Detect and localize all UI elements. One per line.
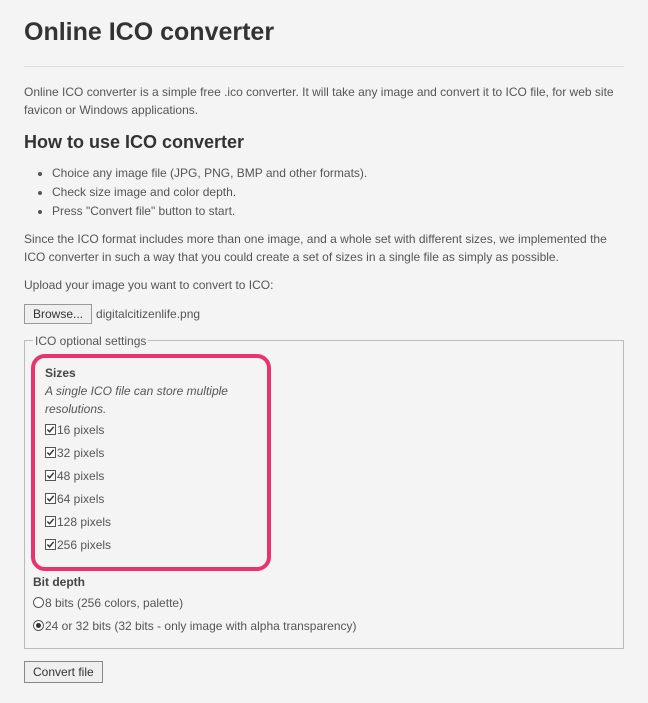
bitdepth-option-32[interactable]: 24 or 32 bits (32 bits - only image with… — [33, 617, 615, 635]
howto-heading: How to use ICO converter — [24, 129, 624, 156]
bitdepth-option-label: 24 or 32 bits (32 bits - only image with… — [45, 617, 357, 635]
size-option-label: 128 pixels — [57, 513, 111, 531]
upload-label: Upload your image you want to convert to… — [24, 276, 624, 294]
settings-legend: ICO optional settings — [33, 332, 148, 350]
size-option-128[interactable]: 128 pixels — [45, 513, 257, 531]
size-option-label: 64 pixels — [57, 490, 104, 508]
selected-filename: digitalcitizenlife.png — [96, 305, 200, 323]
divider — [24, 66, 624, 67]
page-title: Online ICO converter — [24, 14, 624, 52]
intro-text: Online ICO converter is a simple free .i… — [24, 83, 624, 119]
checkbox-icon — [45, 539, 56, 550]
size-option-label: 16 pixels — [57, 421, 104, 439]
sizes-highlight: Sizes A single ICO file can store multip… — [31, 354, 271, 571]
radio-icon — [33, 597, 44, 608]
bitdepth-option-label: 8 bits (256 colors, palette) — [45, 594, 183, 612]
radio-icon — [33, 620, 44, 631]
sizes-title: Sizes — [45, 364, 257, 382]
size-option-48[interactable]: 48 pixels — [45, 467, 257, 485]
upload-row: Browse... digitalcitizenlife.png — [24, 304, 624, 324]
checkbox-icon — [45, 447, 56, 458]
settings-fieldset: ICO optional settings Sizes A single ICO… — [24, 332, 624, 649]
checkbox-icon — [45, 424, 56, 435]
checkbox-icon — [45, 493, 56, 504]
size-option-256[interactable]: 256 pixels — [45, 536, 257, 554]
convert-button[interactable]: Convert file — [24, 661, 103, 683]
size-option-label: 256 pixels — [57, 536, 111, 554]
list-item: Choice any image file (JPG, PNG, BMP and… — [52, 164, 624, 182]
size-option-16[interactable]: 16 pixels — [45, 421, 257, 439]
sizes-hint: A single ICO file can store multiple res… — [45, 382, 257, 418]
list-item: Press "Convert file" button to start. — [52, 202, 624, 220]
howto-steps: Choice any image file (JPG, PNG, BMP and… — [24, 164, 624, 220]
size-option-32[interactable]: 32 pixels — [45, 444, 257, 462]
browse-button[interactable]: Browse... — [24, 304, 92, 324]
size-option-label: 48 pixels — [57, 467, 104, 485]
size-option-64[interactable]: 64 pixels — [45, 490, 257, 508]
checkbox-icon — [45, 516, 56, 527]
bitdepth-option-8[interactable]: 8 bits (256 colors, palette) — [33, 594, 615, 612]
list-item: Check size image and color depth. — [52, 183, 624, 201]
bitdepth-title: Bit depth — [33, 573, 615, 591]
explain-text: Since the ICO format includes more than … — [24, 230, 624, 266]
size-option-label: 32 pixels — [57, 444, 104, 462]
checkbox-icon — [45, 470, 56, 481]
